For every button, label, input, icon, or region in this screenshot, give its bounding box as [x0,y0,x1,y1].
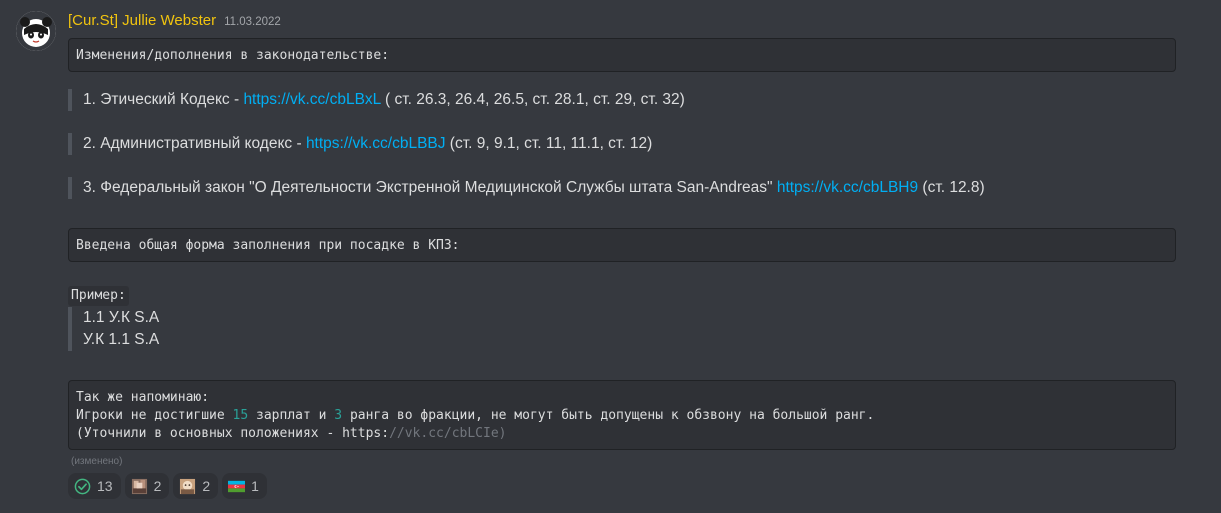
reaction-count: 1 [251,478,259,494]
quote-law-1: 1. Этический Кодекс - https://vk.cc/cbLB… [68,89,1176,111]
reminder-number-3: 3 [334,408,343,423]
edited-label[interactable]: (изменено) [71,456,1176,467]
reaction-count: 13 [97,478,113,494]
law-1-text: 1. Этический Кодекс - [83,91,244,108]
username[interactable]: [Cur.St] Jullie Webster [68,12,216,29]
reaction-custom-2[interactable]: 2 [173,473,219,499]
reaction-check[interactable]: 13 [68,473,121,499]
reminder-line-2a: Игроки не достигшие [76,408,233,423]
example-line-1: 1.1 У.К S.A [83,309,160,326]
reminder-line-2c: ранга во фракции, не могут быть допущены… [342,408,875,423]
reaction-count: 2 [202,478,211,494]
reactions-bar: 13 2 2 1 [68,473,1176,499]
reaction-count: 2 [153,478,162,494]
panda-avatar-icon [16,11,56,51]
law-3-text: 3. Федеральный закон "О Деятельности Экс… [83,179,777,196]
message-header: [Cur.St] Jullie Webster 11.03.2022 [68,12,281,32]
reaction-flag[interactable]: 1 [222,473,267,499]
quote-law-2: 2. Административный кодекс - https://vk.… [68,133,1176,155]
code-block-changes: Изменения/дополнения в законодательстве: [68,38,1176,72]
reminder-line-2b: зарплат и [248,408,335,423]
message-content: Изменения/дополнения в законодательстве:… [68,38,1176,499]
example-section: Пример: [68,286,1176,306]
check-icon [74,478,91,494]
avatar[interactable] [16,11,56,51]
timestamp[interactable]: 11.03.2022 [224,16,281,28]
reaction-custom-1[interactable]: 2 [124,473,170,499]
chat-message: [Cur.St] Jullie Webster 11.03.2022 Измен… [0,0,1221,513]
reminder-number-15: 15 [232,408,249,423]
law-2-link[interactable]: https://vk.cc/cbLBBJ [306,135,446,152]
example-line-2: У.К 1.1 S.A [83,331,160,348]
law-1-link[interactable]: https://vk.cc/cbLBxL [243,91,380,108]
law-2-suffix: (ст. 9, 9.1, ст. 11, 11.1, ст. 12) [445,135,653,152]
code-block-form: Введена общая форма заполнения при посад… [68,228,1176,262]
custom-emoji-2 [180,478,196,494]
reminder-line-1: Так же напоминаю: [76,390,210,405]
example-label: Пример: [68,286,129,306]
azerbaijan-flag-icon [228,480,246,492]
law-2-text: 2. Административный кодекс - [83,135,306,152]
quote-law-3: 3. Федеральный закон "О Деятельности Экс… [68,177,1176,199]
code-block-reminder: Так же напоминаю: Игроки не достигшие 15… [68,380,1176,450]
law-1-suffix: ( ст. 26.3, 26.4, 26.5, ст. 28.1, ст. 29… [380,91,685,108]
custom-emoji-1 [131,478,147,494]
law-3-link[interactable]: https://vk.cc/cbLBH9 [777,179,918,196]
quote-example: 1.1 У.К S.A У.К 1.1 S.A [68,307,1176,351]
reminder-line-3a: (Уточнили в основных положениях - https: [76,426,390,441]
law-3-suffix: (ст. 12.8) [918,179,985,196]
reminder-line-3b: //vk.cc/cbLCIe) [389,426,507,441]
